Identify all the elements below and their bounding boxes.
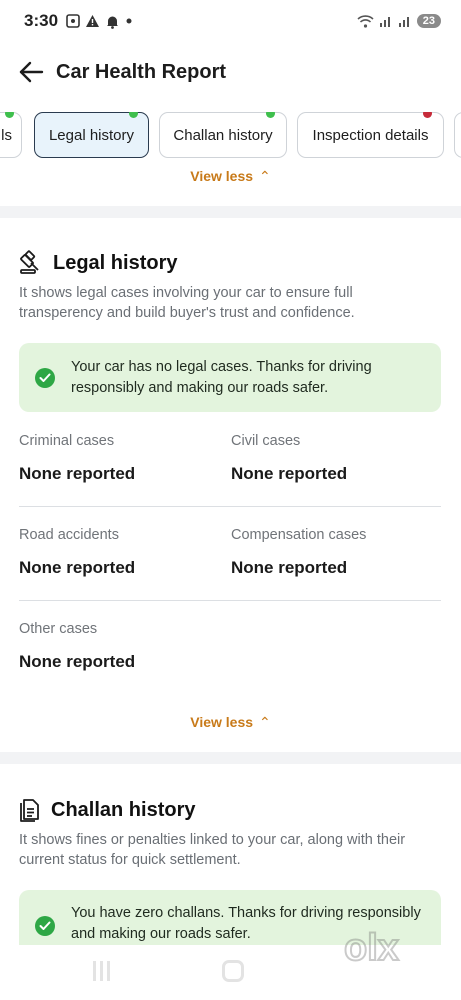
tab-label: Legal history (48, 126, 135, 144)
compensation-cases-label: Compensation cases (231, 527, 367, 543)
battery-indicator: 23 (416, 14, 441, 28)
document-icon (20, 799, 39, 822)
chevron-up-icon: ⌃ (259, 168, 271, 184)
signal-icon-2 (398, 17, 409, 27)
status-icons (66, 14, 133, 29)
recents-button[interactable] (93, 961, 113, 981)
olx-watermark-logo: olx (343, 926, 400, 970)
check-circle-icon (35, 916, 55, 936)
legal-history-heading: Legal history (18, 250, 177, 276)
civil-cases-label: Civil cases (231, 433, 301, 449)
dot-icon (126, 18, 132, 24)
tab-legal-history[interactable]: Legal history (34, 112, 149, 158)
section-description: It shows fines or penalties linked to yo… (19, 832, 406, 868)
screenshot-icon (66, 14, 80, 28)
status-time: 3:30 (24, 11, 59, 30)
check-circle-icon (35, 367, 55, 388)
chevron-up-icon: ⌃ (259, 714, 271, 730)
tab-label: Challan history (173, 126, 273, 144)
status-dot (423, 112, 432, 118)
section-title: Challan history (51, 798, 196, 821)
row-divider (19, 506, 441, 507)
status-dot (129, 112, 138, 118)
view-less-link[interactable]: View less ⌃ (0, 714, 461, 731)
header: Car Health Report (0, 50, 461, 94)
back-button[interactable] (16, 57, 46, 87)
wifi-icon (357, 14, 374, 28)
other-cases-value: None reported (19, 652, 136, 671)
tab-label: Inspection details (312, 126, 429, 144)
row-divider (19, 600, 441, 601)
challan-history-heading: Challan history (18, 797, 195, 823)
tab-partial[interactable]: ls (0, 112, 22, 158)
status-right: 23 (357, 14, 441, 28)
notification-icon (107, 16, 119, 29)
tab-inspection-details[interactable]: Inspection details (297, 112, 444, 158)
view-less-label: View less (190, 714, 254, 730)
tab-label: ls (1, 126, 12, 144)
arrow-left-icon (19, 61, 44, 83)
signal-icon (379, 17, 390, 27)
success-message: Your car has no legal cases. Thanks for … (71, 358, 372, 396)
status-dot (266, 112, 275, 118)
civil-cases-value: None reported (231, 464, 348, 483)
section-divider (0, 206, 461, 218)
section-tabs: ls Legal history Challan history Inspect… (0, 112, 461, 160)
tab-next-partial[interactable] (454, 112, 461, 158)
view-less-label: View less (190, 168, 254, 184)
section-description: It shows legal cases involving your car … (19, 285, 355, 321)
olx-watermark-text: olx (344, 927, 399, 969)
tab-challan-history[interactable]: Challan history (159, 112, 287, 158)
gavel-icon (20, 250, 39, 274)
view-less-link-top[interactable]: View less ⌃ (0, 168, 461, 185)
home-button[interactable] (222, 960, 244, 982)
criminal-cases-value: None reported (19, 464, 136, 483)
other-cases-label: Other cases (19, 621, 98, 637)
status-bar: 3:30 23 (0, 0, 461, 42)
status-dot (5, 112, 14, 118)
road-accidents-value: None reported (19, 558, 136, 577)
warning-icon (86, 15, 100, 27)
section-divider (0, 752, 461, 764)
compensation-cases-value: None reported (231, 558, 348, 577)
no-legal-cases-banner: Your car has no legal cases. Thanks for … (19, 343, 441, 412)
section-title: Legal history (53, 251, 178, 274)
criminal-cases-label: Criminal cases (19, 433, 115, 449)
road-accidents-label: Road accidents (19, 527, 119, 543)
page-title: Car Health Report (56, 60, 227, 83)
